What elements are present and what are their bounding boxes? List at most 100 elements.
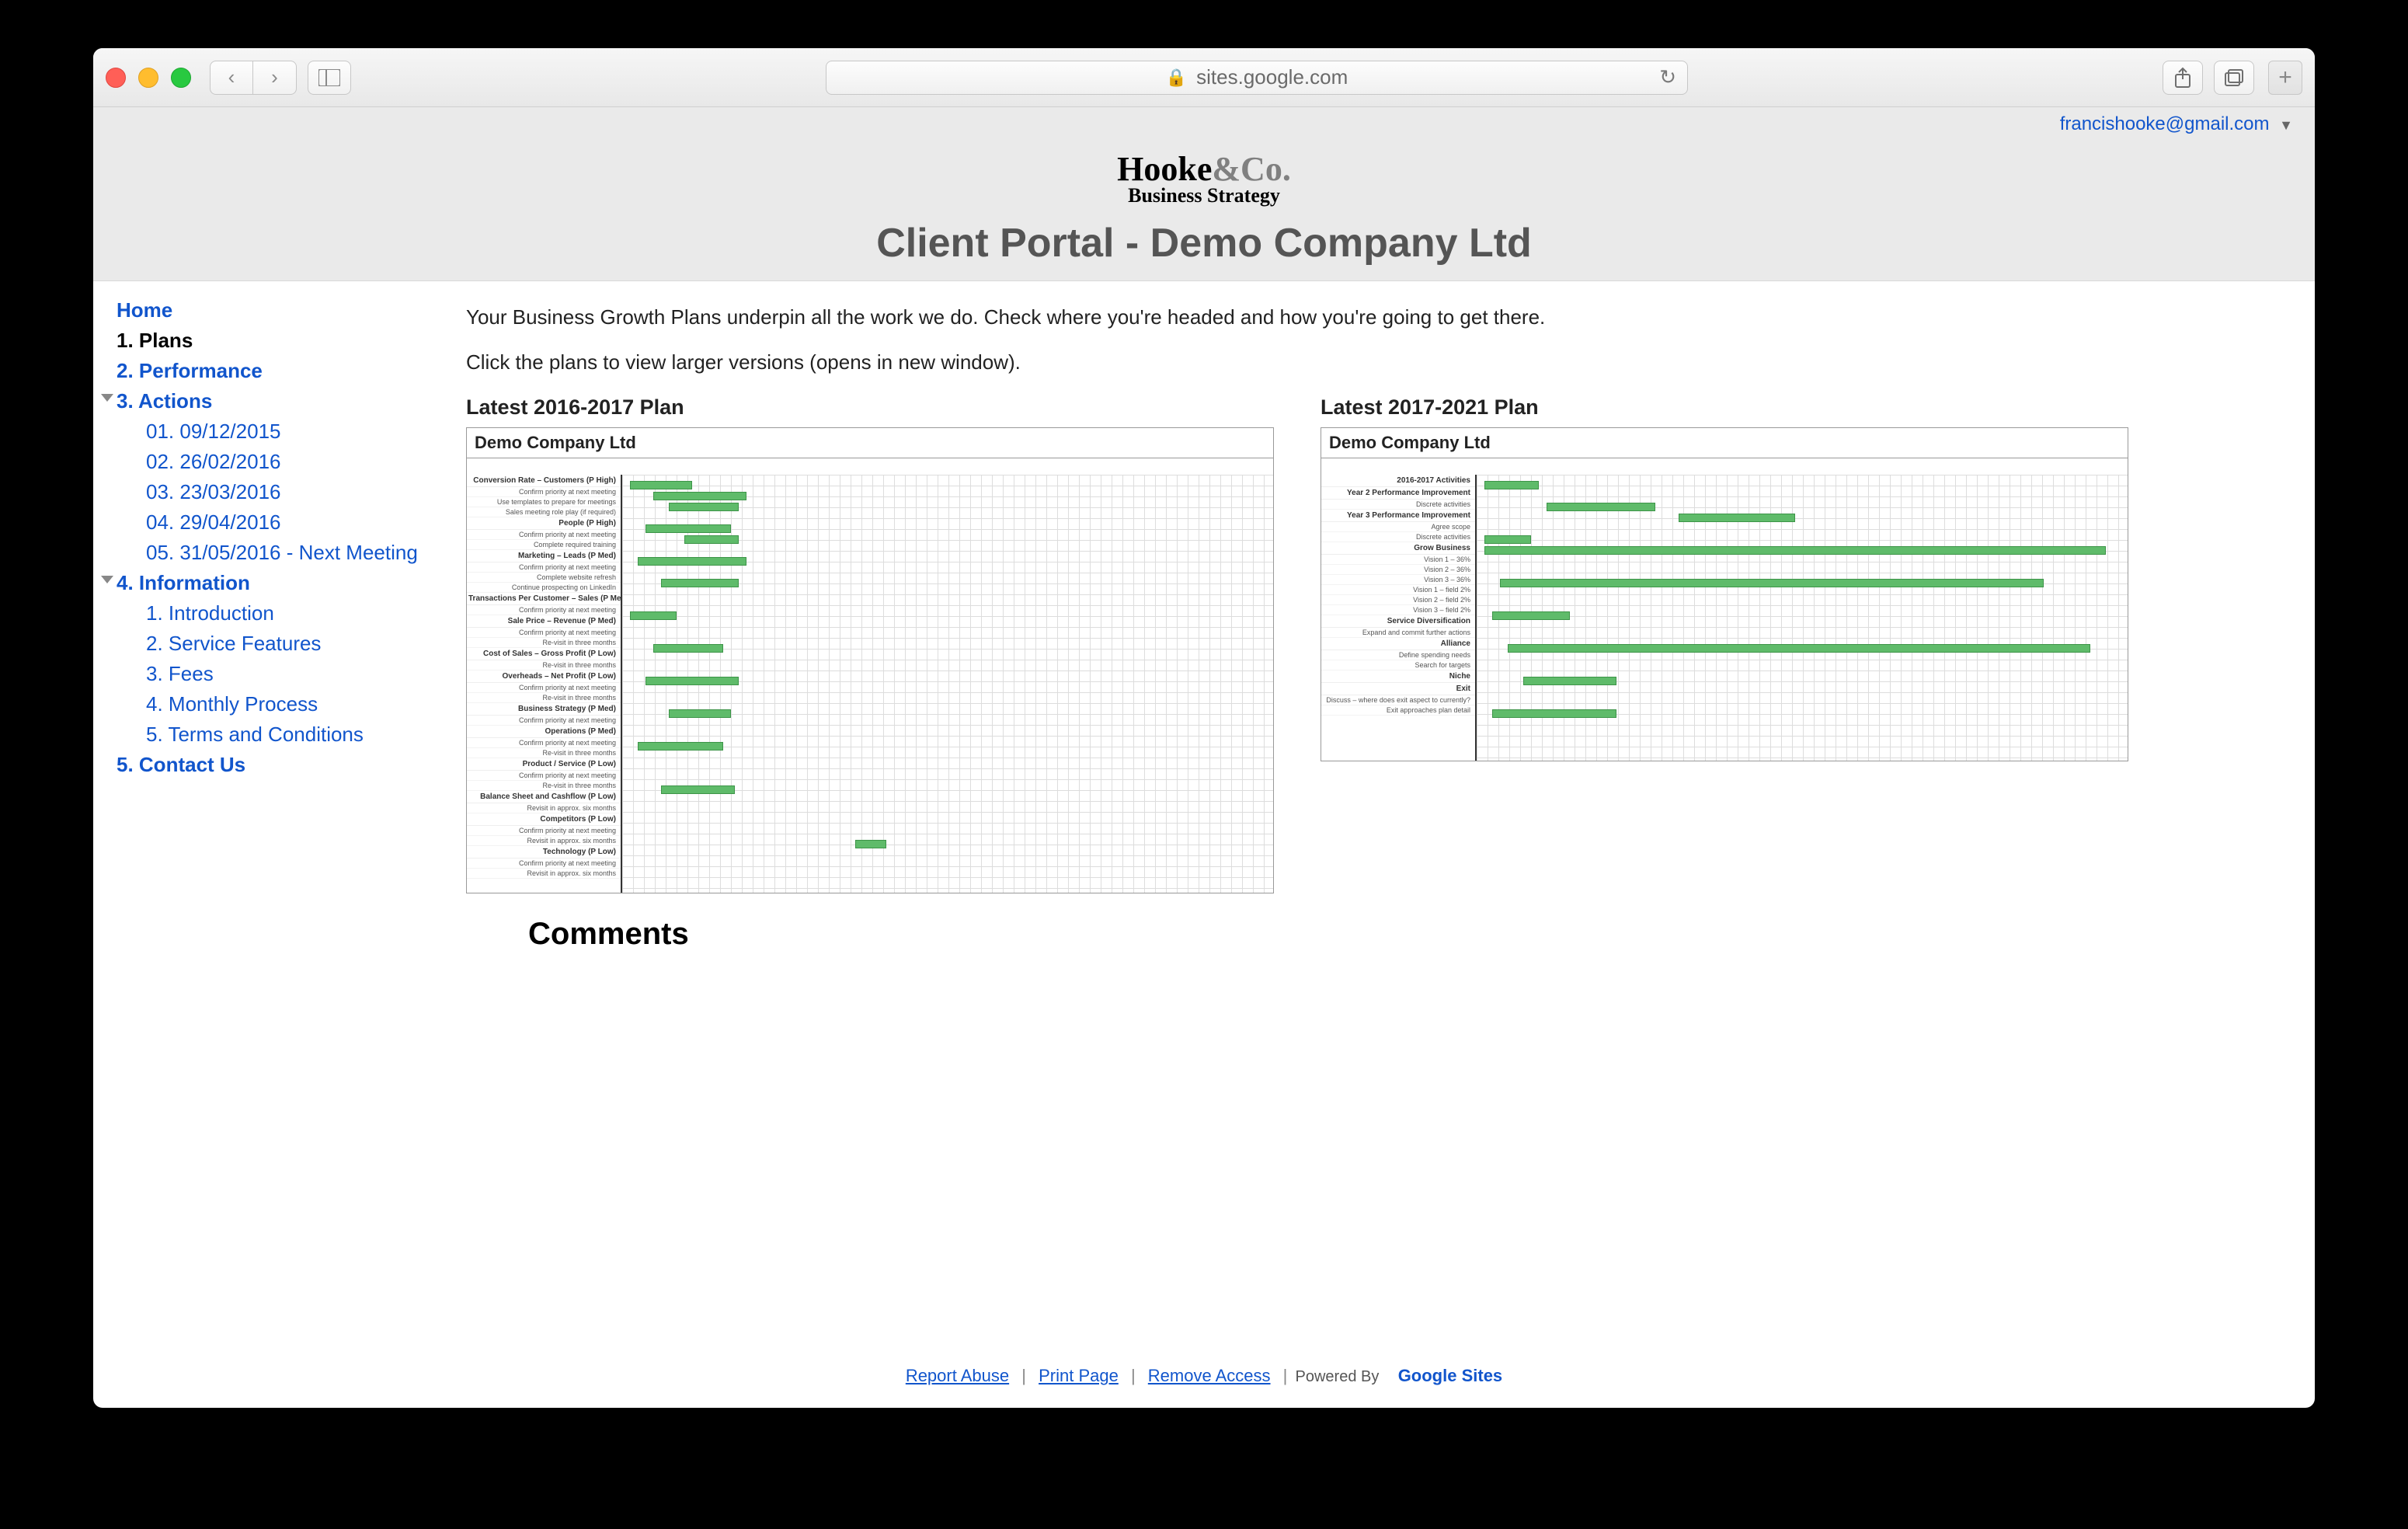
nav-information-item[interactable]: 2. Service Features — [117, 629, 443, 659]
window-controls — [106, 68, 191, 88]
logo-text-1: Hooke — [1117, 150, 1212, 188]
gantt-2-company: Demo Company Ltd — [1329, 433, 1491, 453]
chevron-down-icon: ▼ — [2279, 117, 2293, 133]
footer-report-abuse[interactable]: Report Abuse — [901, 1366, 1014, 1385]
nav-information[interactable]: 4. Information — [117, 568, 443, 598]
gantt-row-label: Operations (P Med) — [467, 726, 621, 738]
address-bar[interactable]: 🔒 sites.google.com ↻ — [826, 61, 1688, 95]
url-text: sites.google.com — [1196, 65, 1348, 89]
sidebar-icon — [318, 69, 340, 86]
plan-2017-2021: Latest 2017-2021 Plan Demo Company Ltd 2… — [1321, 395, 2128, 893]
reload-button[interactable]: ↻ — [1659, 65, 1676, 89]
gantt-row-label: Confirm priority at next meeting — [467, 683, 621, 693]
gantt-1-company: Demo Company Ltd — [475, 433, 636, 453]
nav-home[interactable]: Home — [117, 295, 443, 326]
logo: Hooke&Co. Business Strategy — [93, 141, 2315, 214]
browser-window: ‹ › 🔒 sites.google.com ↻ — [93, 48, 2315, 1408]
chevron-down-icon[interactable] — [101, 394, 113, 402]
intro-text-2: Click the plans to view larger versions … — [466, 348, 2284, 376]
gantt-row-label: Expand and commit further actions — [1321, 628, 1475, 638]
footer-powered-by: Powered By — [1296, 1368, 1380, 1385]
gantt-row-label: Year 3 Performance Improvement — [1321, 510, 1475, 522]
plan-2-gantt-image[interactable]: Demo Company Ltd 2016-2017 ActivitiesYea… — [1321, 427, 2128, 761]
plan-2-title: Latest 2017-2021 Plan — [1321, 395, 2128, 420]
gantt-row-label: Confirm priority at next meeting — [467, 716, 621, 726]
gantt-row-label: Exit — [1321, 683, 1475, 695]
nav-performance[interactable]: 2. Performance — [117, 356, 443, 386]
gantt-row-label: Confirm priority at next meeting — [467, 859, 621, 869]
gantt-row-label: Business Strategy (P Med) — [467, 703, 621, 716]
gantt-row-label: Confirm priority at next meeting — [467, 530, 621, 540]
gantt-row-label: Discrete activities — [1321, 532, 1475, 542]
toolbar-right: + — [2163, 61, 2302, 95]
plan-1-title: Latest 2016-2017 Plan — [466, 395, 1274, 420]
gantt-row-label: Cost of Sales – Gross Profit (P Low) — [467, 648, 621, 660]
nav-actions-item[interactable]: 01. 09/12/2015 — [117, 416, 443, 447]
lock-icon: 🔒 — [1166, 68, 1187, 88]
new-tab-button[interactable]: + — [2268, 61, 2302, 95]
gantt-row-label: Niche — [1321, 670, 1475, 683]
gantt-row-label: Exit approaches plan detail — [1321, 705, 1475, 716]
nav-information-item[interactable]: 5. Terms and Conditions — [117, 719, 443, 750]
gantt-row-label: Vision 2 – 36% — [1321, 565, 1475, 575]
share-button[interactable] — [2163, 61, 2203, 95]
plan-1-gantt-image[interactable]: Demo Company Ltd Conversion Rate – Custo… — [466, 427, 1274, 893]
gantt-row-label: Confirm priority at next meeting — [467, 487, 621, 497]
gantt-row-label: Transactions Per Customer – Sales (P Med… — [467, 593, 621, 605]
footer-print-page[interactable]: Print Page — [1034, 1366, 1123, 1385]
footer-google-sites[interactable]: Google Sites — [1394, 1366, 1507, 1385]
close-window-button[interactable] — [106, 68, 126, 88]
nav-actions-item[interactable]: 05. 31/05/2016 - Next Meeting — [117, 538, 443, 568]
nav-actions[interactable]: 3. Actions — [117, 386, 443, 416]
gantt-row-label: Overheads – Net Profit (P Low) — [467, 670, 621, 683]
gantt-row-label: Confirm priority at next meeting — [467, 562, 621, 573]
gantt-row-label: Re-visit in three months — [467, 693, 621, 703]
nav-actions-item[interactable]: 04. 29/04/2016 — [117, 507, 443, 538]
gantt-row-label: Vision 3 – field 2% — [1321, 605, 1475, 615]
nav-actions-item[interactable]: 02. 26/02/2016 — [117, 447, 443, 477]
nav-actions-item[interactable]: 03. 23/03/2016 — [117, 477, 443, 507]
sidebar-nav: Home 1. Plans 2. Performance 3. Actions … — [93, 281, 458, 1349]
site-footer: Report Abuse | Print Page | Remove Acces… — [93, 1366, 2315, 1386]
plan-2016-2017: Latest 2016-2017 Plan Demo Company Ltd C… — [466, 395, 1274, 893]
gantt-row-label: Year 2 Performance Improvement — [1321, 487, 1475, 500]
sidebar-toggle-button[interactable] — [308, 61, 351, 95]
back-button[interactable]: ‹ — [210, 61, 253, 95]
nav-information-item[interactable]: 4. Monthly Process — [117, 689, 443, 719]
nav-buttons: ‹ › — [210, 61, 297, 95]
forward-button[interactable]: › — [253, 61, 297, 95]
intro-text-1: Your Business Growth Plans underpin all … — [466, 303, 2284, 331]
footer-remove-access[interactable]: Remove Access — [1143, 1366, 1275, 1385]
tabs-button[interactable] — [2214, 61, 2254, 95]
gantt-row-label: Confirm priority at next meeting — [467, 826, 621, 836]
gantt-row-label: Discrete activities — [1321, 500, 1475, 510]
nav-contact[interactable]: 5. Contact Us — [117, 750, 443, 780]
gantt-row-label: Use templates to prepare for meetings — [467, 497, 621, 507]
fullscreen-window-button[interactable] — [171, 68, 191, 88]
gantt-row-label: Vision 2 – field 2% — [1321, 595, 1475, 605]
gantt-row-label: Define spending needs — [1321, 650, 1475, 660]
nav-plans[interactable]: 1. Plans — [117, 326, 443, 356]
gantt-row-label: Confirm priority at next meeting — [467, 605, 621, 615]
gantt-row-label: Complete required training — [467, 540, 621, 550]
minimize-window-button[interactable] — [138, 68, 158, 88]
logo-text-2: &Co. — [1212, 150, 1290, 188]
gantt-row-label: Balance Sheet and Cashflow (P Low) — [467, 791, 621, 803]
gantt-row-label: Sales meeting role play (if required) — [467, 507, 621, 517]
chevron-down-icon[interactable] — [101, 576, 113, 583]
gantt-row-label: Marketing – Leads (P Med) — [467, 550, 621, 562]
gantt-row-label: Grow Business — [1321, 542, 1475, 555]
account-menu[interactable]: francishooke@gmail.com ▼ — [2060, 113, 2293, 134]
plans-row: Latest 2016-2017 Plan Demo Company Ltd C… — [466, 395, 2284, 893]
gantt-row-label: Complete website refresh — [467, 573, 621, 583]
gantt-row-label: Confirm priority at next meeting — [467, 738, 621, 748]
account-email: francishooke@gmail.com — [2060, 113, 2270, 134]
gantt-row-label: Re-visit in three months — [467, 781, 621, 791]
gantt-row-label: Sale Price – Revenue (P Med) — [467, 615, 621, 628]
gantt-row-label: Agree scope — [1321, 522, 1475, 532]
nav-information-item[interactable]: 3. Fees — [117, 659, 443, 689]
nav-information-item[interactable]: 1. Introduction — [117, 598, 443, 629]
gantt-row-label: Re-visit in three months — [467, 748, 621, 758]
gantt-row-label: Confirm priority at next meeting — [467, 628, 621, 638]
gantt-row-label: Conversion Rate – Customers (P High) — [467, 475, 621, 487]
